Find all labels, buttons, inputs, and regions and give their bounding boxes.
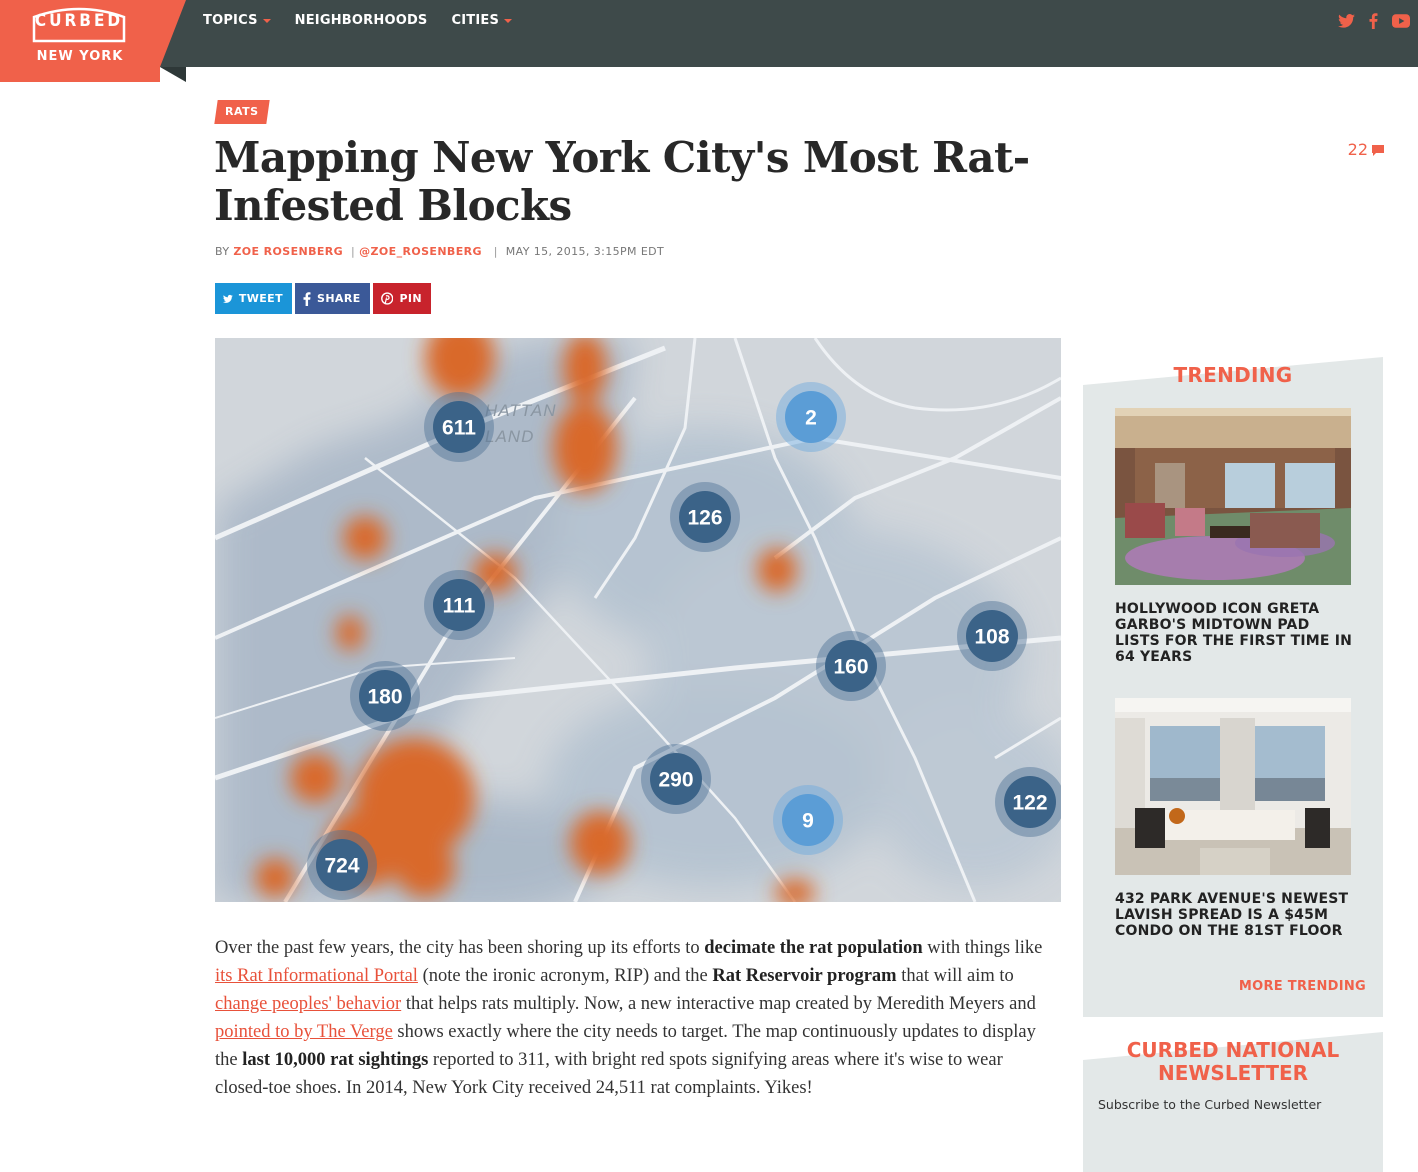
logo-badge-icon: CURBED [32, 3, 126, 43]
cluster-count-label: 180 [367, 686, 402, 709]
trending-image-1[interactable] [1115, 408, 1351, 585]
cluster-count-label: 724 [324, 855, 359, 878]
article-title: Mapping New York City's Most Rat-Infeste… [214, 133, 1030, 230]
site-logo[interactable]: CURBED NEW YORK [0, 0, 160, 82]
cluster-count-label: 108 [974, 626, 1009, 649]
pinterest-button[interactable]: PIN [373, 283, 431, 314]
nav-topics[interactable]: TOPICS [203, 14, 271, 28]
chevron-down-icon [262, 19, 271, 23]
logo-city-name: NEW YORK [36, 49, 124, 64]
cluster-count-label: 122 [1012, 792, 1047, 815]
comment-count-link[interactable]: 22 [1348, 140, 1384, 159]
trending-image-2[interactable] [1115, 698, 1351, 875]
trending-title: TRENDING [1173, 363, 1293, 387]
facebook-icon[interactable] [1369, 13, 1378, 29]
facebook-icon [303, 291, 311, 306]
body-text-2: with things like [922, 938, 1043, 958]
share-label: SHARE [317, 292, 361, 305]
share-buttons: TWEET SHARE PIN [215, 283, 431, 314]
comment-bubble-icon [1372, 144, 1384, 156]
place-label-line-1: HATTAN [485, 401, 556, 420]
newsletter-title-text: CURBED NATIONAL NEWSLETTER [1126, 1038, 1340, 1085]
body-text-5: that helps rats multiply. Now, a new int… [401, 994, 1036, 1014]
main-nav: TOPICS NEIGHBORHOODS CITIES [203, 14, 513, 28]
body-bold-1: decimate the rat population [704, 938, 923, 958]
verge-link[interactable]: pointed to by The Verge [215, 1022, 393, 1042]
cluster-count-label: 126 [687, 507, 722, 530]
nav-cities[interactable]: CITIES [452, 14, 513, 28]
trending-headline-1[interactable]: HOLLYWOOD ICON GRETA GARBO'S MIDTOWN PAD… [1115, 601, 1355, 665]
facebook-share-button[interactable]: SHARE [295, 283, 370, 314]
comment-count: 22 [1347, 140, 1368, 159]
logo-fold-shadow [160, 67, 186, 82]
tweet-button[interactable]: TWEET [215, 283, 292, 314]
cluster-count-label: 290 [658, 769, 693, 792]
body-text-3: (note the ironic acronym, RIP) and the [417, 966, 713, 986]
social-links [1338, 13, 1410, 29]
body-text-4: that will aim to [896, 966, 1014, 986]
nav-cities-label: CITIES [451, 13, 500, 28]
author-link[interactable]: ZOE ROSENBERG [233, 245, 343, 258]
logo-wordmark: CURBED [34, 11, 124, 31]
cluster-count-label: 9 [802, 810, 814, 833]
top-navigation-bar [0, 0, 1418, 67]
byline-prefix: BY [215, 245, 230, 258]
nav-topics-label: TOPICS [203, 13, 258, 28]
article-body-paragraph: Over the past few years, the city has be… [215, 934, 1060, 1102]
living-room-photo [1115, 408, 1351, 585]
nav-neighborhoods-label: NEIGHBORHOODS [294, 13, 428, 28]
cluster-count-label: 611 [442, 417, 476, 440]
twitter-icon [223, 294, 233, 303]
body-bold-3: last 10,000 rat sightings [242, 1050, 429, 1070]
trending-headline-2[interactable]: 432 PARK AVENUE'S NEWEST LAVISH SPREAD I… [1115, 891, 1355, 939]
byline-separator: | [351, 245, 356, 258]
cluster-count-label: 160 [833, 656, 868, 679]
map-graphic: HATTAN LAND 611 2126111160108180290912272… [215, 338, 1061, 902]
cluster-count-label: 111 [443, 595, 476, 618]
category-tag[interactable]: RATS [214, 100, 270, 124]
behavior-link[interactable]: change peoples' behavior [215, 994, 401, 1014]
nav-neighborhoods[interactable]: NEIGHBORHOODS [295, 14, 428, 28]
pin-label: PIN [399, 292, 422, 305]
twitter-icon[interactable] [1338, 14, 1355, 28]
youtube-icon[interactable] [1392, 14, 1410, 28]
condo-photo [1115, 698, 1351, 875]
rat-portal-link[interactable]: its Rat Informational Portal [215, 966, 418, 986]
byline: BY ZOE ROSENBERG | @ZOE_ROSENBERG | MAY 1… [215, 245, 664, 258]
body-text-1: Over the past few years, the city has be… [215, 938, 705, 958]
logo-fold-decoration [160, 0, 186, 67]
more-trending-link[interactable]: MORE TRENDING [1239, 979, 1366, 994]
byline-separator: | [489, 245, 502, 258]
author-handle-link[interactable]: @ZOE_ROSENBERG [359, 245, 482, 258]
newsletter-subtitle: Subscribe to the Curbed Newsletter [1098, 1097, 1322, 1112]
newsletter-title: CURBED NATIONAL NEWSLETTER [1083, 1039, 1383, 1085]
category-tag-label: RATS [225, 105, 259, 118]
rat-sightings-map[interactable]: HATTAN LAND 611 2 126 111 160 108 180 290 9 122 72… [215, 338, 1061, 902]
pinterest-icon [381, 292, 394, 305]
sidebar: TRENDING HOLLYWOOD ICON GRETA GARBO'S MI… [1083, 357, 1383, 1172]
cluster-count-label: 2 [805, 407, 817, 430]
body-bold-2: Rat Reservoir program [712, 966, 897, 986]
tweet-label: TWEET [238, 292, 283, 305]
publish-date: MAY 15, 2015, 3:15PM EDT [505, 245, 665, 258]
chevron-down-icon [504, 19, 513, 23]
